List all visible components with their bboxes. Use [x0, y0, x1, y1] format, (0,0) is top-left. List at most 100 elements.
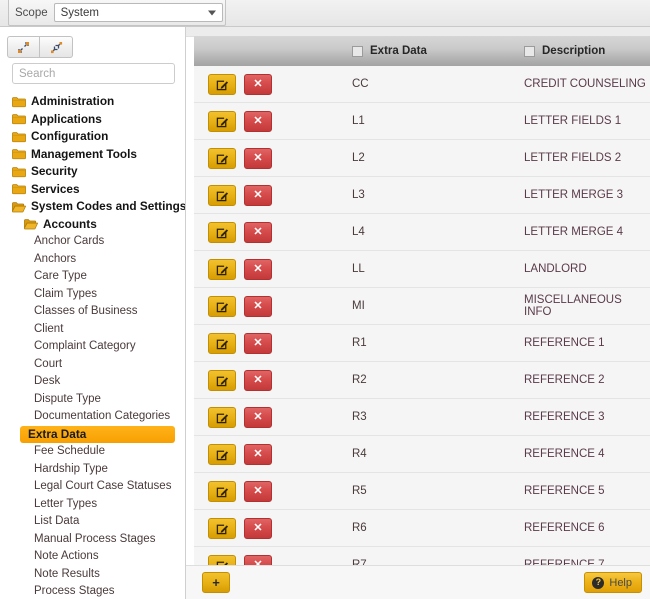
tree-item-label: Desk: [34, 373, 60, 391]
tree-item-letter-types[interactable]: Letter Types: [0, 496, 186, 514]
help-button[interactable]: ? Help: [584, 572, 642, 593]
delete-row-button[interactable]: ✕: [244, 148, 272, 169]
tree-item-system-codes-and-settings[interactable]: System Codes and Settings: [0, 198, 186, 216]
edit-row-button[interactable]: [208, 518, 236, 539]
table-row[interactable]: ✕L3LETTER MERGE 3: [194, 177, 650, 214]
tree-item-note-results[interactable]: Note Results: [0, 566, 186, 584]
table-row[interactable]: ✕LLLANDLORD: [194, 251, 650, 288]
edit-row-button[interactable]: [208, 333, 236, 354]
tree-item-configuration[interactable]: Configuration: [0, 128, 186, 146]
row-actions-cell: ✕: [194, 407, 352, 428]
tree-item-note-actions[interactable]: Note Actions: [0, 548, 186, 566]
tree-item-label: Extra Data: [28, 426, 86, 444]
delete-row-button[interactable]: ✕: [244, 259, 272, 280]
edit-row-button[interactable]: [208, 481, 236, 502]
tree-item-management-tools[interactable]: Management Tools: [0, 146, 186, 164]
edit-row-button[interactable]: [208, 185, 236, 206]
tree-item-applications[interactable]: Applications: [0, 111, 186, 129]
collapse-all-button[interactable]: [40, 36, 73, 58]
close-x-icon: ✕: [253, 523, 262, 534]
expand-all-button[interactable]: [7, 36, 40, 58]
edit-row-button[interactable]: [208, 148, 236, 169]
tree-item-security[interactable]: Security: [0, 163, 186, 181]
tree-item-anchor-cards[interactable]: Anchor Cards: [0, 233, 186, 251]
tree-item-client[interactable]: Client: [0, 321, 186, 339]
search-input[interactable]: [12, 63, 175, 84]
table-row[interactable]: ✕R5REFERENCE 5: [194, 473, 650, 510]
delete-row-button[interactable]: ✕: [244, 333, 272, 354]
application-window: Scope System: [0, 0, 650, 599]
table-row[interactable]: ✕L2LETTER FIELDS 2: [194, 140, 650, 177]
delete-row-button[interactable]: ✕: [244, 407, 272, 428]
tree-item-fee-schedule[interactable]: Fee Schedule: [0, 443, 186, 461]
tree-item-services[interactable]: Services: [0, 181, 186, 199]
delete-row-button[interactable]: ✕: [244, 296, 272, 317]
grid-header-extra-data[interactable]: Extra Data: [352, 45, 524, 57]
delete-row-button[interactable]: ✕: [244, 444, 272, 465]
tree-item-administration[interactable]: Administration: [0, 93, 186, 111]
tree-toolbar: [7, 36, 73, 58]
close-x-icon: ✕: [253, 153, 262, 164]
tree-item-complaint-category[interactable]: Complaint Category: [0, 338, 186, 356]
table-row[interactable]: ✕MIMISCELLANEOUS INFO: [194, 288, 650, 325]
pencil-square-icon: [216, 78, 229, 91]
tree-item-desk[interactable]: Desk: [0, 373, 186, 391]
add-button[interactable]: +: [202, 572, 230, 593]
table-row[interactable]: ✕R6REFERENCE 6: [194, 510, 650, 547]
edit-row-button[interactable]: [208, 296, 236, 317]
table-row[interactable]: ✕CCCREDIT COUNSELING: [194, 66, 650, 103]
pencil-square-icon: [216, 115, 229, 128]
column-filter-icon[interactable]: [524, 46, 535, 57]
edit-row-button[interactable]: [208, 444, 236, 465]
edit-row-button[interactable]: [208, 74, 236, 95]
folder-open-icon: [24, 218, 38, 230]
tree-item-label: Court: [34, 356, 62, 374]
tree-item-manual-process-stages[interactable]: Manual Process Stages: [0, 531, 186, 549]
tree-item-care-type[interactable]: Care Type: [0, 268, 186, 286]
pencil-square-icon: [216, 485, 229, 498]
delete-row-button[interactable]: ✕: [244, 111, 272, 132]
tree-item-process-stages[interactable]: Process Stages: [0, 583, 186, 599]
edit-row-button[interactable]: [208, 222, 236, 243]
delete-row-button[interactable]: ✕: [244, 222, 272, 243]
row-description-cell: CREDIT COUNSELING: [524, 78, 650, 90]
tree-item-claim-types[interactable]: Claim Types: [0, 286, 186, 304]
folder-closed-icon: [12, 148, 26, 160]
table-row[interactable]: ✕R4REFERENCE 4: [194, 436, 650, 473]
delete-row-button[interactable]: ✕: [244, 481, 272, 502]
column-filter-icon[interactable]: [352, 46, 363, 57]
edit-row-button[interactable]: [208, 407, 236, 428]
edit-row-button[interactable]: [208, 370, 236, 391]
tree-item-court[interactable]: Court: [0, 356, 186, 374]
table-row[interactable]: ✕R1REFERENCE 1: [194, 325, 650, 362]
delete-row-button[interactable]: ✕: [244, 370, 272, 391]
delete-row-button[interactable]: ✕: [244, 185, 272, 206]
row-actions-cell: ✕: [194, 111, 352, 132]
tree-item-list-data[interactable]: List Data: [0, 513, 186, 531]
row-code-cell: R2: [352, 374, 524, 386]
tree-item-hardship-type[interactable]: Hardship Type: [0, 461, 186, 479]
edit-row-button[interactable]: [208, 259, 236, 280]
delete-row-button[interactable]: ✕: [244, 518, 272, 539]
row-actions-cell: ✕: [194, 333, 352, 354]
edit-row-button[interactable]: [208, 111, 236, 132]
scope-dropdown[interactable]: System: [54, 3, 223, 22]
grid-header-description[interactable]: Description: [524, 45, 650, 57]
delete-row-button[interactable]: ✕: [244, 74, 272, 95]
tree-item-label: Legal Court Case Statuses: [34, 478, 171, 496]
table-row[interactable]: ✕R2REFERENCE 2: [194, 362, 650, 399]
table-row[interactable]: ✕R3REFERENCE 3: [194, 399, 650, 436]
tree-item-dispute-type[interactable]: Dispute Type: [0, 391, 186, 409]
navigation-tree[interactable]: AdministrationApplicationsConfigurationM…: [0, 93, 186, 599]
close-x-icon: ✕: [253, 79, 262, 90]
tree-item-anchors[interactable]: Anchors: [0, 251, 186, 269]
tree-item-extra-data[interactable]: Extra Data: [20, 426, 175, 444]
tree-item-classes-of-business[interactable]: Classes of Business: [0, 303, 186, 321]
tree-item-accounts[interactable]: Accounts: [0, 216, 186, 234]
folder-closed-icon: [12, 113, 26, 125]
tree-item-legal-court-case-statuses[interactable]: Legal Court Case Statuses: [0, 478, 186, 496]
close-x-icon: ✕: [253, 227, 262, 238]
tree-item-documentation-categories[interactable]: Documentation Categories: [0, 408, 186, 426]
table-row[interactable]: ✕L4LETTER MERGE 4: [194, 214, 650, 251]
table-row[interactable]: ✕L1LETTER FIELDS 1: [194, 103, 650, 140]
